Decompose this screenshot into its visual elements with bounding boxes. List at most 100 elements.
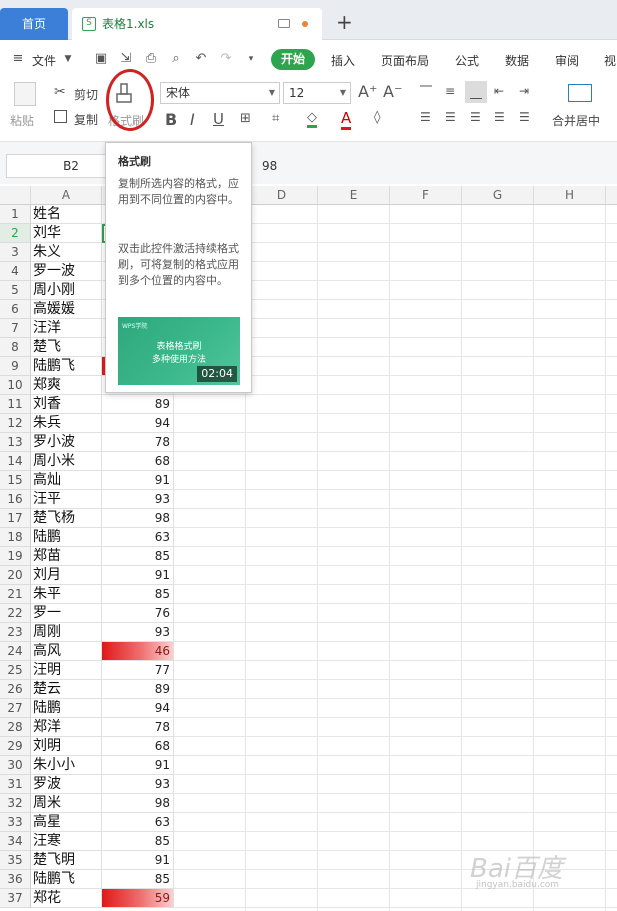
row-header[interactable]: 19: [0, 547, 31, 566]
row-header[interactable]: 12: [0, 414, 31, 433]
cell-score[interactable]: 98: [102, 509, 174, 528]
row-header[interactable]: 27: [0, 699, 31, 718]
border-icon[interactable]: ⊞: [240, 111, 251, 126]
cell-score[interactable]: 46: [102, 642, 174, 661]
cell-name[interactable]: 罗一波: [31, 262, 102, 281]
cell-name[interactable]: 周小米: [31, 452, 102, 471]
cell-name[interactable]: 汪寒: [31, 832, 102, 851]
cell-name[interactable]: 汪洋: [31, 319, 102, 338]
row-header[interactable]: 24: [0, 642, 31, 661]
row-header[interactable]: 13: [0, 433, 31, 452]
cell-name[interactable]: 姓名: [31, 205, 102, 224]
tab-start[interactable]: 开始: [271, 49, 315, 70]
justify-icon[interactable]: ☰: [494, 110, 505, 124]
row-header[interactable]: 4: [0, 262, 31, 281]
cell-score[interactable]: 78: [102, 718, 174, 737]
cell-name[interactable]: 朱义: [31, 243, 102, 262]
cell-score[interactable]: 91: [102, 566, 174, 585]
increase-font-icon[interactable]: A⁺: [358, 82, 377, 101]
row-header[interactable]: 22: [0, 604, 31, 623]
row-header[interactable]: 33: [0, 813, 31, 832]
copy-button[interactable]: 复制: [74, 111, 98, 128]
tab-page-layout[interactable]: 页面布局: [381, 52, 429, 69]
column-header[interactable]: G: [462, 186, 534, 205]
cell-name[interactable]: 高风: [31, 642, 102, 661]
tutorial-video-thumbnail[interactable]: WPS学院 表格格式刷 多种使用方法 02:04: [118, 317, 240, 385]
spreadsheet-grid[interactable]: A B C D E F G H 1姓名2刘华3朱义4罗一波5周小刚6高媛媛7汪洋…: [0, 186, 617, 911]
cell-name[interactable]: 周米: [31, 794, 102, 813]
cell-name[interactable]: 罗小波: [31, 433, 102, 452]
cell-score[interactable]: 98: [102, 794, 174, 813]
row-header[interactable]: 18: [0, 528, 31, 547]
row-header[interactable]: 35: [0, 851, 31, 870]
hamburger-menu-icon[interactable]: ≡: [10, 51, 26, 67]
cell-name[interactable]: 郑洋: [31, 718, 102, 737]
menu-file[interactable]: 文件: [32, 52, 56, 69]
column-header[interactable]: E: [318, 186, 390, 205]
row-header[interactable]: 21: [0, 585, 31, 604]
tab-insert[interactable]: 插入: [331, 52, 355, 69]
italic-icon[interactable]: I: [190, 110, 195, 129]
font-size-select[interactable]: 12 ▼: [283, 82, 351, 104]
row-header[interactable]: 29: [0, 737, 31, 756]
cell-score[interactable]: 85: [102, 585, 174, 604]
indent-increase-icon[interactable]: ⇥: [519, 84, 529, 98]
cell-score[interactable]: 76: [102, 604, 174, 623]
clear-format-icon[interactable]: ◊: [374, 110, 380, 125]
cell-name[interactable]: 罗波: [31, 775, 102, 794]
cell-score[interactable]: 78: [102, 433, 174, 452]
row-header[interactable]: 31: [0, 775, 31, 794]
column-header[interactable]: F: [390, 186, 462, 205]
decrease-font-icon[interactable]: A⁻: [383, 82, 402, 101]
tab-review[interactable]: 审阅: [555, 52, 579, 69]
column-header[interactable]: [606, 186, 617, 205]
align-bottom-icon[interactable]: ⎽: [465, 81, 487, 103]
cell-name[interactable]: 汪明: [31, 661, 102, 680]
row-header[interactable]: 30: [0, 756, 31, 775]
row-header[interactable]: 7: [0, 319, 31, 338]
row-header[interactable]: 8: [0, 338, 31, 357]
row-header[interactable]: 6: [0, 300, 31, 319]
cell-score[interactable]: 94: [102, 414, 174, 433]
cell-score[interactable]: 91: [102, 851, 174, 870]
align-center-icon[interactable]: ☰: [445, 110, 456, 124]
row-header[interactable]: 26: [0, 680, 31, 699]
cell-name[interactable]: 陆鹏飞: [31, 357, 102, 376]
cell-name[interactable]: 郑花: [31, 889, 102, 908]
scissors-icon[interactable]: ✂: [54, 84, 66, 100]
cell-score[interactable]: 85: [102, 832, 174, 851]
fill-color-icon[interactable]: ◇: [307, 110, 317, 128]
row-header[interactable]: 5: [0, 281, 31, 300]
tab-formulas[interactable]: 公式: [455, 52, 479, 69]
row-header[interactable]: 16: [0, 490, 31, 509]
row-header[interactable]: 2: [0, 224, 31, 243]
copy-icon[interactable]: [54, 110, 67, 123]
tab-document[interactable]: S 表格1.xls: [72, 8, 322, 40]
cell-score[interactable]: 63: [102, 813, 174, 832]
cell-name[interactable]: 朱小小: [31, 756, 102, 775]
align-middle-icon[interactable]: ≡: [445, 84, 455, 98]
monitor-icon[interactable]: [278, 19, 290, 28]
align-right-icon[interactable]: ☰: [470, 110, 481, 124]
cell-name[interactable]: 刘明: [31, 737, 102, 756]
print-preview-icon[interactable]: ⌕: [168, 51, 184, 67]
cell-name[interactable]: 罗一: [31, 604, 102, 623]
cell-score[interactable]: 59: [102, 889, 174, 908]
new-tab-button[interactable]: +: [336, 10, 353, 34]
cell-name[interactable]: 高灿: [31, 471, 102, 490]
cut-button[interactable]: 剪切: [74, 86, 98, 103]
cell-name[interactable]: 朱平: [31, 585, 102, 604]
row-header[interactable]: 23: [0, 623, 31, 642]
merge-cells-icon[interactable]: [568, 84, 592, 102]
cell-name[interactable]: 刘香: [31, 395, 102, 414]
cell-name[interactable]: 陆鹏: [31, 528, 102, 547]
row-header[interactable]: 20: [0, 566, 31, 585]
chevron-down-icon[interactable]: ▼: [60, 51, 76, 67]
export-icon[interactable]: ⇲: [118, 51, 134, 67]
customize-toolbar-icon[interactable]: ▾: [243, 51, 259, 67]
row-header[interactable]: 14: [0, 452, 31, 471]
bold-icon[interactable]: B: [165, 110, 177, 129]
save-icon[interactable]: ▣: [93, 51, 109, 67]
formula-input[interactable]: 98: [262, 159, 277, 173]
row-header[interactable]: 17: [0, 509, 31, 528]
